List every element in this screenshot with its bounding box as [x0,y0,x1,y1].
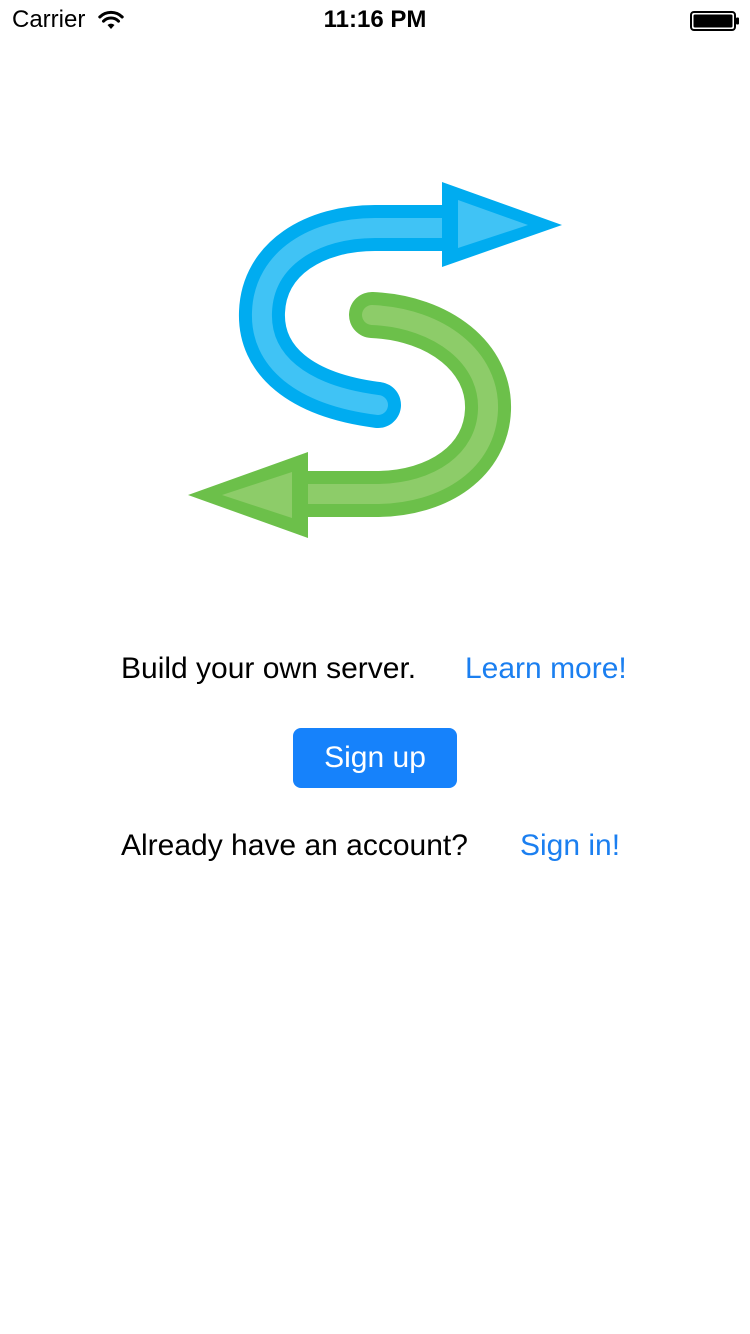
status-time: 11:16 PM [323,6,427,33]
battery-icon [690,11,739,31]
account-prompt-text: Already have an account? [121,829,468,862]
status-bar: Carrier 11:16 PM [0,0,750,40]
sign-up-button[interactable]: Sign up [293,728,457,788]
tagline-text: Build your own server. [121,652,417,685]
blue-arrow [238,182,562,428]
green-arrow [188,292,511,538]
sign-in-link[interactable]: Sign in! [520,829,620,863]
account-row: Already have an account? Sign in! [0,829,750,869]
tagline-row: Build your own server. Learn more! [0,652,750,692]
s-arrows-logo-icon [188,182,562,538]
learn-more-link[interactable]: Learn more! [465,652,627,686]
welcome-screen: Carrier 11:16 PM Build your own server. … [0,0,750,1334]
